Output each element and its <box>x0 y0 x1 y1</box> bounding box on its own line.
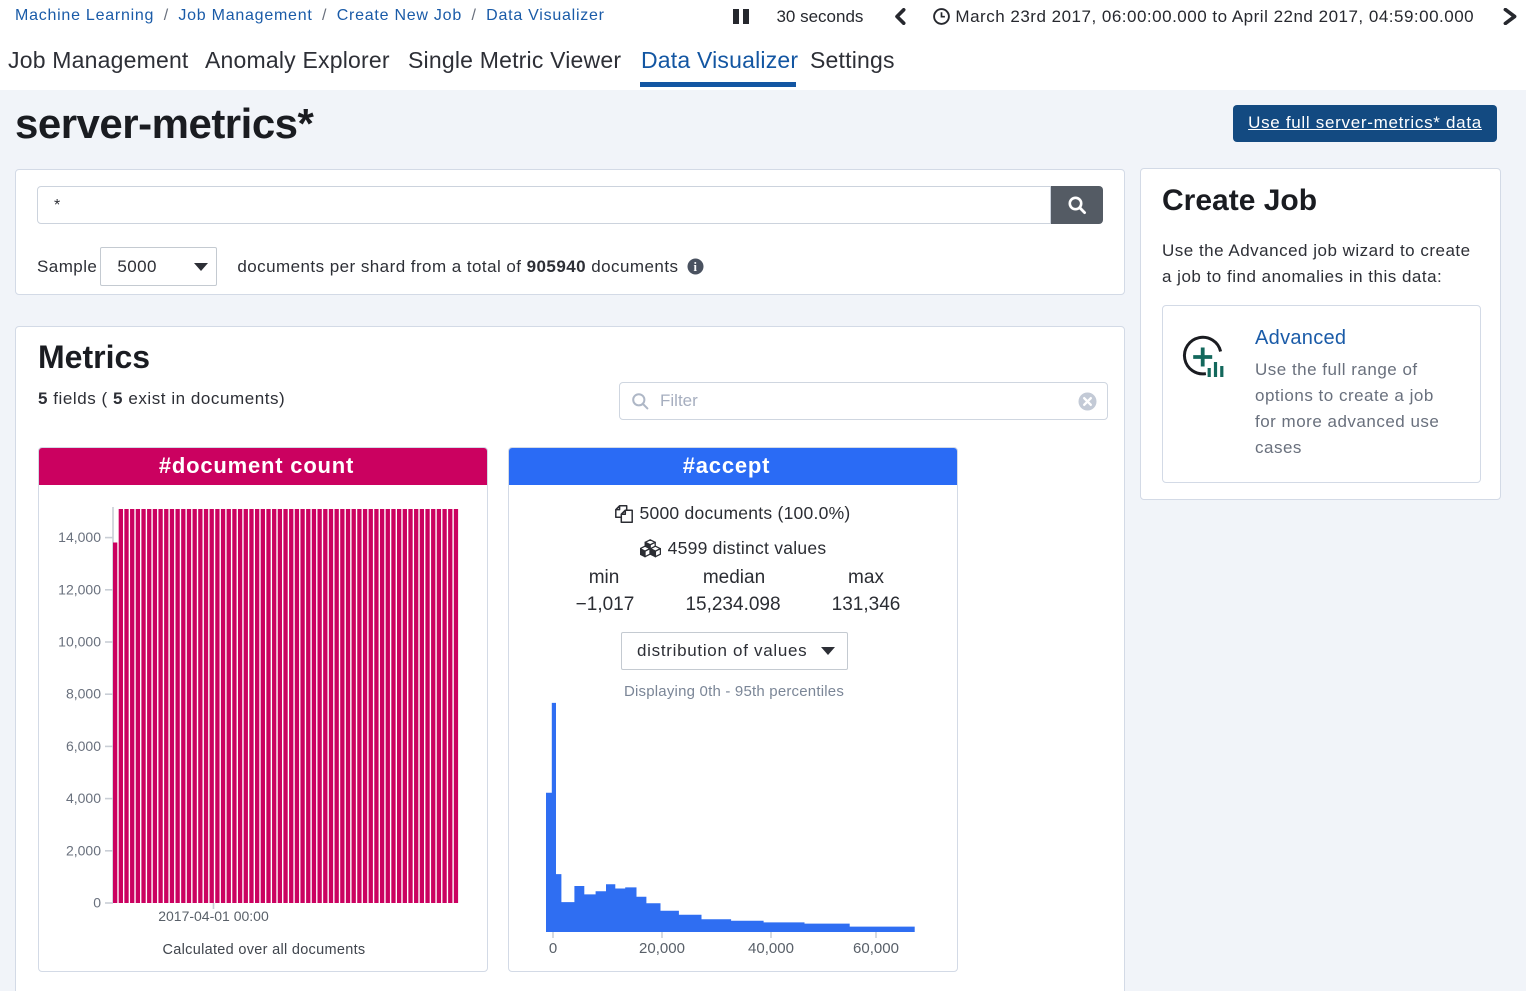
svg-text:14,000: 14,000 <box>58 529 101 545</box>
svg-text:4,000: 4,000 <box>66 790 101 806</box>
svg-text:60,000: 60,000 <box>853 940 899 957</box>
svg-text:12,000: 12,000 <box>58 581 101 597</box>
svg-text:0: 0 <box>549 940 557 957</box>
svg-text:20,000: 20,000 <box>639 940 685 957</box>
svg-text:10,000: 10,000 <box>58 634 101 650</box>
svg-text:6,000: 6,000 <box>66 738 101 754</box>
svg-text:i: i <box>693 260 697 274</box>
svg-text:2017-04-01 00:00: 2017-04-01 00:00 <box>158 908 269 924</box>
svg-text:8,000: 8,000 <box>66 686 101 702</box>
svg-text:0: 0 <box>93 895 101 911</box>
svg-text:40,000: 40,000 <box>748 940 794 957</box>
svg-text:2,000: 2,000 <box>66 842 101 858</box>
